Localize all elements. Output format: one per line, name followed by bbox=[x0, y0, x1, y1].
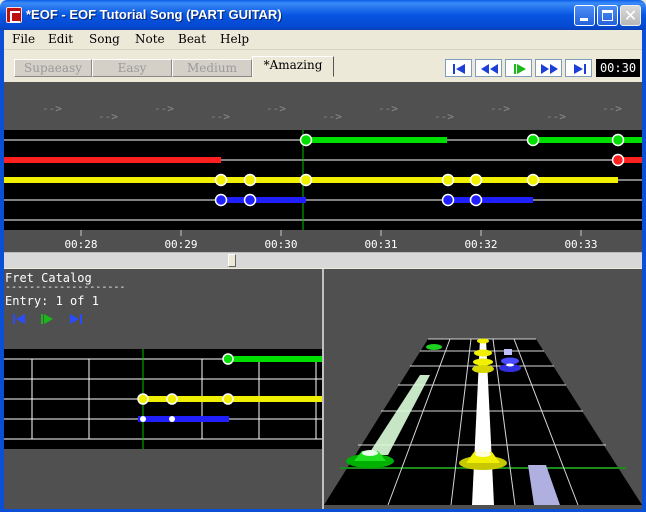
time-label: 00:33 bbox=[564, 238, 597, 251]
previous-entry-icon bbox=[13, 314, 25, 324]
note-green[interactable] bbox=[611, 133, 625, 147]
note-green bbox=[222, 353, 234, 365]
time-label: 00:28 bbox=[64, 238, 97, 251]
catalog-entry-count: Entry: 1 of 1 bbox=[5, 294, 99, 308]
note-yellow bbox=[137, 393, 149, 405]
beat-marker: --> bbox=[42, 102, 62, 115]
menu-note[interactable]: Note bbox=[135, 32, 165, 46]
note-blue[interactable] bbox=[469, 193, 483, 207]
menu-edit[interactable]: Edit bbox=[48, 32, 73, 46]
rewind-icon bbox=[481, 64, 498, 74]
time-label: 00:31 bbox=[364, 238, 397, 251]
play-entry-icon bbox=[41, 314, 53, 324]
note-yellow[interactable] bbox=[526, 173, 540, 187]
beat-marker: --> bbox=[490, 102, 510, 115]
beat-marker: --> bbox=[546, 110, 566, 123]
beat-marker: --> bbox=[322, 110, 342, 123]
tab-easy[interactable]: Easy bbox=[92, 59, 172, 77]
note-yellow[interactable] bbox=[469, 173, 483, 187]
menu-song[interactable]: Song bbox=[89, 32, 120, 46]
minimize-button[interactable] bbox=[574, 5, 595, 26]
note-blue bbox=[169, 416, 175, 422]
window-frame-right bbox=[642, 30, 646, 512]
menu-file[interactable]: File bbox=[12, 32, 35, 46]
title-bar: *EOF - EOF Tutorial Song (PART GUITAR) ✕ bbox=[0, 0, 646, 30]
tab-amazing[interactable]: *Amazing bbox=[252, 56, 334, 77]
3d-preview-panel bbox=[324, 269, 642, 509]
skip-to-start-button[interactable] bbox=[445, 59, 472, 77]
gem-green-far bbox=[426, 344, 442, 350]
maximize-icon bbox=[602, 10, 613, 21]
time-label: 00:32 bbox=[464, 238, 497, 251]
next-entry-button[interactable] bbox=[66, 311, 86, 325]
sustain-green[interactable] bbox=[306, 137, 447, 143]
sustain-blue[interactable] bbox=[448, 197, 533, 203]
note-green[interactable] bbox=[526, 133, 540, 147]
sustain-blue[interactable] bbox=[221, 197, 306, 203]
time-label: 00:29 bbox=[164, 238, 197, 251]
note-yellow[interactable] bbox=[214, 173, 228, 187]
timeline-scrollbar[interactable] bbox=[4, 252, 642, 268]
note-blue bbox=[140, 416, 146, 422]
play-entry-button[interactable] bbox=[38, 311, 58, 325]
note-green[interactable] bbox=[299, 133, 313, 147]
time-label: 00:30 bbox=[264, 238, 297, 251]
menu-bar: File Edit Song Note Beat Help bbox=[4, 30, 642, 50]
time-display: 00:30 bbox=[596, 59, 640, 77]
skip-to-start-icon bbox=[453, 64, 465, 74]
note-blue[interactable] bbox=[243, 193, 257, 207]
3d-highway bbox=[324, 338, 642, 506]
maximize-button[interactable] bbox=[597, 5, 618, 26]
fast-forward-button[interactable] bbox=[535, 59, 562, 77]
close-icon: ✕ bbox=[623, 6, 638, 25]
note-red[interactable] bbox=[611, 153, 625, 167]
minimize-icon bbox=[580, 18, 588, 21]
note-yellow[interactable] bbox=[243, 173, 257, 187]
menu-beat[interactable]: Beat bbox=[178, 32, 206, 46]
note-blue[interactable] bbox=[441, 193, 455, 207]
play-button[interactable] bbox=[505, 59, 532, 77]
tab-medium[interactable]: Medium bbox=[172, 59, 252, 77]
note-editor[interactable]: --> --> --> --> --> --> --> --> --> --> … bbox=[4, 82, 642, 252]
menu-help[interactable]: Help bbox=[220, 32, 249, 46]
beat-marker: --> bbox=[266, 102, 286, 115]
fast-forward-icon bbox=[541, 64, 558, 74]
skip-to-end-button[interactable] bbox=[565, 59, 592, 77]
beat-marker: --> bbox=[378, 102, 398, 115]
note-yellow[interactable] bbox=[441, 173, 455, 187]
window-title: *EOF - EOF Tutorial Song (PART GUITAR) bbox=[26, 7, 282, 22]
beat-marker: --> bbox=[434, 110, 454, 123]
toolbar: Supaeasy Easy Medium *Amazing 00:30 bbox=[4, 51, 642, 81]
note-blue[interactable] bbox=[214, 193, 228, 207]
play-icon bbox=[514, 64, 526, 74]
scrollbar-thumb[interactable] bbox=[228, 254, 236, 267]
app-icon[interactable] bbox=[6, 7, 22, 23]
catalog-canvas bbox=[4, 349, 322, 449]
next-entry-icon bbox=[70, 314, 82, 324]
beat-marker: --> bbox=[154, 102, 174, 115]
beat-marker: --> bbox=[98, 110, 118, 123]
rewind-button[interactable] bbox=[475, 59, 502, 77]
sustain-green[interactable] bbox=[533, 137, 642, 143]
note-yellow bbox=[222, 393, 234, 405]
fret-catalog-panel: Fret Catalog -------------------- Entry:… bbox=[4, 269, 322, 509]
previous-entry-button[interactable] bbox=[10, 311, 30, 325]
sustain-red[interactable] bbox=[4, 157, 221, 163]
time-ruler-area bbox=[4, 230, 642, 252]
tab-supaeasy[interactable]: Supaeasy bbox=[14, 59, 92, 77]
note-yellow bbox=[166, 393, 178, 405]
catalog-preview[interactable] bbox=[4, 349, 322, 449]
beat-marker: --> bbox=[602, 102, 622, 115]
skip-to-end-icon bbox=[574, 64, 586, 74]
beat-marker: --> bbox=[210, 110, 230, 123]
note-yellow[interactable] bbox=[299, 173, 313, 187]
catalog-separator: -------------------- bbox=[5, 282, 126, 293]
editor-canvas[interactable]: --> --> --> --> --> --> --> --> --> --> … bbox=[4, 82, 642, 252]
close-button[interactable]: ✕ bbox=[620, 5, 641, 26]
